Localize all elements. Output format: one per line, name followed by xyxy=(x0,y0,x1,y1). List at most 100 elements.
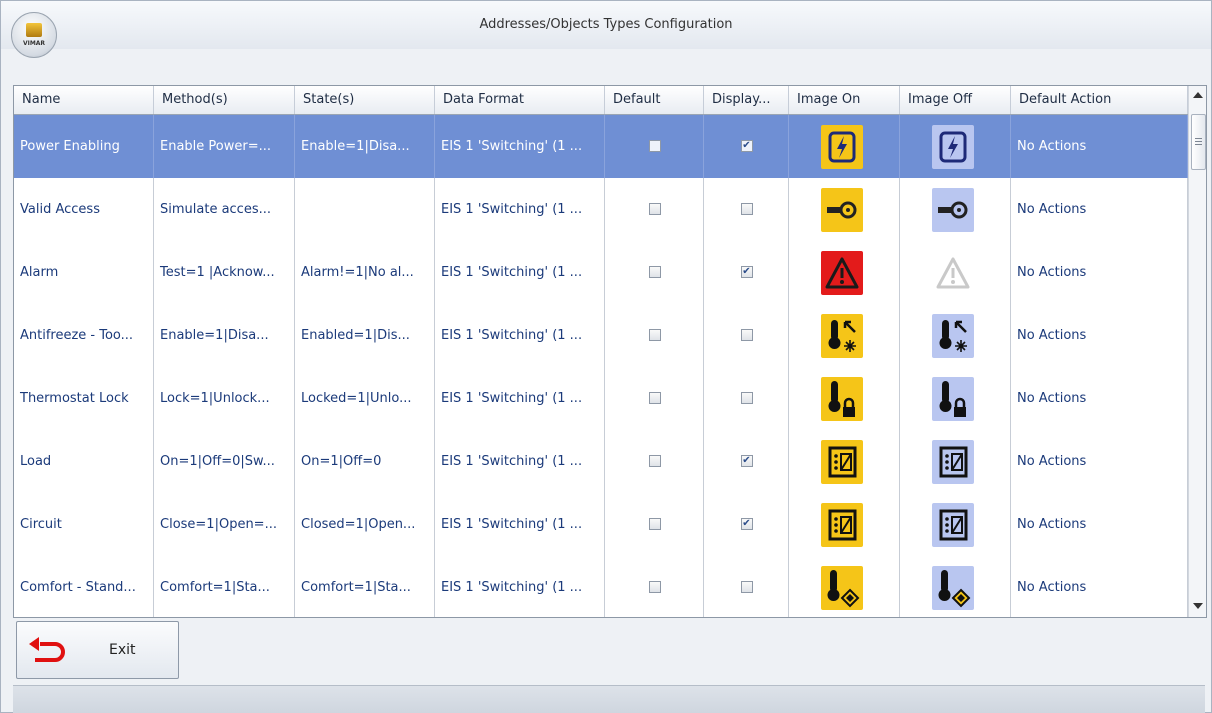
cell-method[interactable]: Close=1|Open=... xyxy=(154,493,295,556)
cell-action[interactable]: No Actions xyxy=(1011,241,1188,304)
cell-format[interactable]: EIS 1 'Switching' (1 ... xyxy=(435,430,605,493)
default-checkbox[interactable] xyxy=(648,455,661,467)
cell-default[interactable] xyxy=(605,304,704,367)
cell-image-on[interactable] xyxy=(789,493,900,556)
default-checkbox[interactable] xyxy=(648,329,661,341)
cell-action[interactable]: No Actions xyxy=(1011,178,1188,241)
cell-display[interactable] xyxy=(704,178,789,241)
cell-action[interactable]: No Actions xyxy=(1011,430,1188,493)
display-checkbox[interactable] xyxy=(740,581,753,593)
cell-method[interactable]: Comfort=1|Sta... xyxy=(154,556,295,617)
cell-format[interactable]: EIS 1 'Switching' (1 ... xyxy=(435,367,605,430)
cell-name[interactable]: Alarm xyxy=(14,241,154,304)
cell-default[interactable] xyxy=(605,178,704,241)
col-header-display[interactable]: Display... xyxy=(704,86,789,114)
scrollbar-thumb[interactable] xyxy=(1191,114,1206,170)
cell-image-on[interactable] xyxy=(789,430,900,493)
cell-name[interactable]: Power Enabling xyxy=(14,115,154,178)
app-menu-button[interactable]: VIMAR xyxy=(11,12,57,58)
display-checkbox[interactable]: ✔ xyxy=(740,140,753,152)
display-checkbox[interactable] xyxy=(740,329,753,341)
default-checkbox[interactable] xyxy=(648,518,661,530)
cell-image-off[interactable] xyxy=(900,304,1011,367)
cell-default[interactable] xyxy=(605,493,704,556)
cell-image-on[interactable] xyxy=(789,367,900,430)
cell-action[interactable]: No Actions xyxy=(1011,493,1188,556)
cell-state[interactable]: Closed=1|Open... xyxy=(295,493,435,556)
cell-state[interactable]: Comfort=1|Sta... xyxy=(295,556,435,617)
cell-state[interactable]: Enabled=1|Dis... xyxy=(295,304,435,367)
table-row[interactable]: Load On=1|Off=0|Sw... On=1|Off=0 EIS 1 'Swi… xyxy=(14,430,1188,494)
cell-action[interactable]: No Actions xyxy=(1011,304,1188,367)
table-row[interactable]: Thermostat Lock Lock=1|Unlock... Locked=1|… xyxy=(14,367,1188,431)
cell-method[interactable]: Test=1 |Acknow... xyxy=(154,241,295,304)
table-row[interactable]: Alarm Test=1 |Acknow... Alarm!=1|No al... E… xyxy=(14,241,1188,305)
default-checkbox[interactable] xyxy=(648,581,661,593)
cell-image-on[interactable] xyxy=(789,115,900,178)
table-row[interactable]: Power Enabling Enable Power=... Enable=1|D… xyxy=(14,115,1188,179)
cell-format[interactable]: EIS 1 'Switching' (1 ... xyxy=(435,115,605,178)
cell-name[interactable]: Circuit xyxy=(14,493,154,556)
cell-image-off[interactable] xyxy=(900,115,1011,178)
vertical-scrollbar[interactable] xyxy=(1188,86,1206,617)
default-checkbox[interactable] xyxy=(648,392,661,404)
display-checkbox[interactable] xyxy=(740,392,753,404)
cell-name[interactable]: Comfort - Stand... xyxy=(14,556,154,617)
display-checkbox[interactable]: ✔ xyxy=(740,266,753,278)
cell-state[interactable]: Locked=1|Unlo... xyxy=(295,367,435,430)
table-row[interactable]: Antifreeze - Too... Enable=1|Disa... Enabl… xyxy=(14,304,1188,368)
cell-default[interactable] xyxy=(605,430,704,493)
cell-format[interactable]: EIS 1 'Switching' (1 ... xyxy=(435,304,605,367)
cell-format[interactable]: EIS 1 'Switching' (1 ... xyxy=(435,493,605,556)
col-header-name[interactable]: Name xyxy=(14,86,154,114)
cell-display[interactable]: ✔ xyxy=(704,115,789,178)
cell-display[interactable] xyxy=(704,367,789,430)
cell-image-on[interactable] xyxy=(789,304,900,367)
cell-method[interactable]: Lock=1|Unlock... xyxy=(154,367,295,430)
cell-image-off[interactable] xyxy=(900,556,1011,617)
cell-image-off[interactable] xyxy=(900,178,1011,241)
cell-name[interactable]: Antifreeze - Too... xyxy=(14,304,154,367)
col-header-states[interactable]: State(s) xyxy=(295,86,435,114)
cell-display[interactable]: ✔ xyxy=(704,493,789,556)
default-checkbox[interactable] xyxy=(648,266,661,278)
cell-action[interactable]: No Actions xyxy=(1011,556,1188,617)
cell-image-off[interactable] xyxy=(900,493,1011,556)
cell-name[interactable]: Load xyxy=(14,430,154,493)
table-row[interactable]: Circuit Close=1|Open=... Closed=1|Open... E… xyxy=(14,493,1188,557)
cell-default[interactable] xyxy=(605,241,704,304)
display-checkbox[interactable] xyxy=(740,203,753,215)
table-row[interactable]: Valid Access Simulate acces... EIS 1 'Swit… xyxy=(14,178,1188,242)
cell-state[interactable]: On=1|Off=0 xyxy=(295,430,435,493)
cell-display[interactable]: ✔ xyxy=(704,241,789,304)
scroll-down-arrow-icon[interactable] xyxy=(1193,603,1203,609)
col-header-default-action[interactable]: Default Action xyxy=(1011,86,1188,114)
col-header-data-format[interactable]: Data Format xyxy=(435,86,605,114)
col-header-default[interactable]: Default xyxy=(605,86,704,114)
cell-display[interactable] xyxy=(704,304,789,367)
default-checkbox[interactable] xyxy=(648,203,661,215)
cell-default[interactable] xyxy=(605,115,704,178)
scroll-up-arrow-icon[interactable] xyxy=(1193,92,1203,98)
col-header-image-on[interactable]: Image On xyxy=(789,86,900,114)
cell-display[interactable] xyxy=(704,556,789,617)
cell-image-off[interactable] xyxy=(900,430,1011,493)
exit-button[interactable]: Exit xyxy=(16,621,179,679)
cell-format[interactable]: EIS 1 'Switching' (1 ... xyxy=(435,241,605,304)
table-row[interactable]: Comfort - Stand... Comfort=1|Sta... Comfor… xyxy=(14,556,1188,617)
cell-image-off[interactable] xyxy=(900,241,1011,304)
cell-name[interactable]: Valid Access xyxy=(14,178,154,241)
cell-method[interactable]: Enable=1|Disa... xyxy=(154,304,295,367)
cell-default[interactable] xyxy=(605,556,704,617)
cell-display[interactable]: ✔ xyxy=(704,430,789,493)
cell-image-on[interactable] xyxy=(789,556,900,617)
cell-method[interactable]: On=1|Off=0|Sw... xyxy=(154,430,295,493)
col-header-image-off[interactable]: Image Off xyxy=(900,86,1011,114)
cell-state[interactable]: Alarm!=1|No al... xyxy=(295,241,435,304)
cell-format[interactable]: EIS 1 'Switching' (1 ... xyxy=(435,178,605,241)
display-checkbox[interactable]: ✔ xyxy=(740,518,753,530)
display-checkbox[interactable]: ✔ xyxy=(740,455,753,467)
cell-state[interactable]: Enable=1|Disa... xyxy=(295,115,435,178)
default-checkbox[interactable] xyxy=(648,140,661,152)
cell-action[interactable]: No Actions xyxy=(1011,115,1188,178)
